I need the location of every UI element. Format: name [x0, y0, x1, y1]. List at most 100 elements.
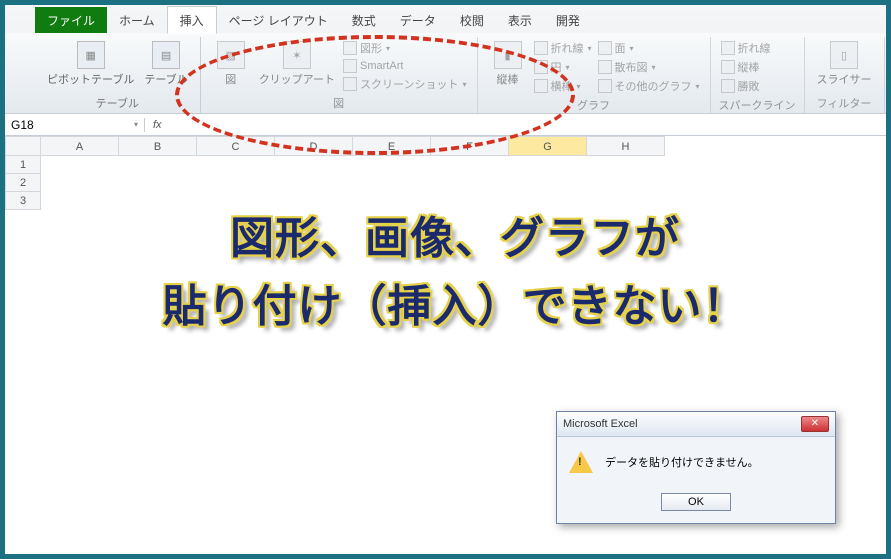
screenshot-icon: [343, 77, 357, 91]
smartart-button[interactable]: SmartArt: [341, 58, 468, 74]
tab-view[interactable]: 表示: [496, 7, 544, 33]
col-header[interactable]: F: [431, 136, 509, 156]
table-button[interactable]: ▤ テーブル: [140, 39, 191, 93]
col-header[interactable]: D: [275, 136, 353, 156]
dropdown-icon: ▾: [134, 120, 138, 129]
fx-label: fx: [145, 119, 170, 131]
tab-home[interactable]: ホーム: [107, 7, 167, 33]
tab-formulas[interactable]: 数式: [340, 7, 388, 33]
dropdown-icon: ▾: [630, 44, 634, 53]
sparkline-line-icon: [721, 41, 735, 55]
ribbon: ファイル ホーム 挿入 ページ レイアウト 数式 データ 校閲 表示 開発 ▦ ピ…: [5, 5, 886, 114]
clipart-button[interactable]: ✶ クリップアート: [255, 39, 339, 93]
tab-file[interactable]: ファイル: [35, 7, 107, 33]
dialog-title: Microsoft Excel: [563, 418, 638, 430]
other-chart-label: その他のグラフ: [615, 78, 692, 94]
sparkline-line-label: 折れ線: [738, 40, 771, 56]
screenshot-button[interactable]: スクリーンショット ▾: [341, 75, 468, 93]
column-chart-button[interactable]: ▮縦棒: [486, 39, 530, 95]
sparkline-winloss-button[interactable]: 勝敗: [719, 77, 773, 95]
dialog-close-button[interactable]: ✕: [801, 416, 829, 432]
picture-icon: ▨: [217, 41, 245, 69]
scatter-chart-icon: [598, 60, 612, 74]
dropdown-icon: ▾: [696, 82, 700, 91]
caption-line-2: 貼り付け（挿入）できない！: [163, 282, 748, 331]
pivot-label: ピボットテーブル: [47, 71, 134, 87]
slicer-button[interactable]: ▯スライサー: [813, 39, 876, 93]
col-header[interactable]: A: [41, 136, 119, 156]
pivot-table-button[interactable]: ▦ ピボットテーブル: [43, 39, 138, 93]
smartart-icon: [343, 59, 357, 73]
tab-page-layout[interactable]: ページ レイアウト: [217, 7, 340, 33]
warning-icon: [569, 451, 593, 473]
col-header[interactable]: H: [587, 136, 665, 156]
tab-developer[interactable]: 開発: [544, 7, 592, 33]
pie-chart-label: 円: [551, 59, 562, 75]
clipart-icon: ✶: [283, 41, 311, 69]
bar-chart-icon: [534, 79, 548, 93]
sparkline-column-label: 縦棒: [738, 59, 760, 75]
tab-review[interactable]: 校閲: [448, 7, 496, 33]
screenshot-label: スクリーンショット: [360, 76, 458, 92]
dialog-ok-button[interactable]: OK: [661, 493, 731, 511]
dropdown-icon: ▾: [588, 44, 592, 53]
formula-bar: G18 ▾ fx: [5, 114, 886, 136]
select-all-corner[interactable]: [5, 136, 41, 156]
area-chart-icon: [598, 41, 612, 55]
pie-chart-button[interactable]: 円▾: [532, 58, 594, 76]
group-illus-label: 図: [209, 93, 469, 113]
group-spark-label: スパークライン: [719, 95, 796, 115]
col-header[interactable]: E: [353, 136, 431, 156]
group-sparklines: 折れ線 縦棒 勝敗 スパークライン: [711, 37, 805, 113]
line-chart-label: 折れ線: [551, 40, 584, 56]
worksheet: 1 2 3 A B C D E F G H: [5, 136, 886, 210]
row-header[interactable]: 3: [5, 192, 41, 210]
ribbon-groups: ▦ピボットテーブル ▤テーブル テーブル ▨図 ✶クリップアート 図形▾ Sma…: [5, 33, 886, 113]
bar-chart-label: 横棒: [551, 78, 573, 94]
group-filter-label: フィルター: [813, 93, 876, 113]
dropdown-icon: ▾: [652, 63, 656, 72]
bar-chart-button[interactable]: 横棒▾: [532, 77, 594, 95]
ribbon-tabs: ファイル ホーム 挿入 ページ レイアウト 数式 データ 校閲 表示 開発: [5, 5, 886, 33]
dropdown-icon: ▾: [566, 63, 570, 72]
line-chart-icon: [534, 41, 548, 55]
sparkline-winloss-label: 勝敗: [738, 78, 760, 94]
sparkline-line-button[interactable]: 折れ線: [719, 39, 773, 57]
dialog-titlebar: Microsoft Excel ✕: [557, 412, 835, 437]
row-header[interactable]: 1: [5, 156, 41, 174]
caption-line-1: 図形、画像、グラフが: [230, 214, 680, 263]
tab-data[interactable]: データ: [388, 7, 448, 33]
picture-label: 図: [225, 71, 236, 87]
area-chart-button[interactable]: 面▾: [596, 39, 702, 57]
group-charts: ▮縦棒 折れ線▾ 円▾ 横棒▾ 面▾ 散布図▾ その他のグラフ▾ グラフ: [478, 37, 711, 113]
scatter-chart-button[interactable]: 散布図 ▾: [596, 58, 702, 76]
other-chart-button[interactable]: その他のグラフ ▾: [596, 77, 702, 95]
name-box-value: G18: [11, 118, 34, 132]
group-tables-label: テーブル: [43, 93, 192, 113]
scatter-chart-label: 散布図: [615, 59, 648, 75]
col-header[interactable]: C: [197, 136, 275, 156]
group-illustrations: ▨図 ✶クリップアート 図形▾ SmartArt スクリーンショット▾ 図: [201, 37, 478, 113]
column-chart-label: 縦棒: [497, 71, 519, 87]
clipart-label: クリップアート: [259, 71, 335, 87]
tab-insert[interactable]: 挿入: [167, 6, 217, 34]
name-box[interactable]: G18 ▾: [5, 118, 145, 132]
line-chart-button[interactable]: 折れ線 ▾: [532, 39, 594, 57]
shapes-button[interactable]: 図形▾: [341, 39, 468, 57]
pivot-icon: ▦: [77, 41, 105, 69]
shapes-label: 図形: [360, 40, 382, 56]
dropdown-icon: ▾: [462, 80, 466, 89]
col-header-selected[interactable]: G: [509, 136, 587, 156]
area-chart-label: 面: [615, 40, 626, 56]
table-icon: ▤: [152, 41, 180, 69]
error-dialog: Microsoft Excel ✕ データを貼り付けできません。 OK: [556, 411, 836, 524]
group-tables: ▦ ピボットテーブル ▤ テーブル テーブル: [35, 37, 201, 113]
sparkline-winloss-icon: [721, 79, 735, 93]
sparkline-column-button[interactable]: 縦棒: [719, 58, 773, 76]
picture-button[interactable]: ▨図: [209, 39, 253, 93]
slicer-label: スライサー: [817, 71, 872, 87]
table-label: テーブル: [144, 71, 187, 87]
dialog-message: データを貼り付けできません。: [605, 454, 759, 470]
row-header[interactable]: 2: [5, 174, 41, 192]
col-header[interactable]: B: [119, 136, 197, 156]
